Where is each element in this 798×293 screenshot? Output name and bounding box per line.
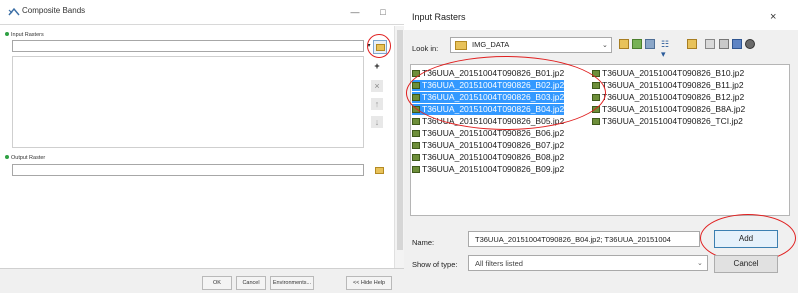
highlight-ring-browse bbox=[367, 34, 391, 58]
file-item[interactable]: T36UUA_20151004T090826_B09.jp2 bbox=[412, 164, 564, 175]
screenshot-stage: Composite Bands — □ Input Rasters ▾ + × … bbox=[0, 0, 798, 293]
output-raster-label: Output Raster bbox=[5, 155, 45, 161]
folder-icon bbox=[375, 167, 384, 174]
input-rasters-label: Input Rasters bbox=[5, 32, 44, 38]
scrollbar-thumb[interactable] bbox=[397, 30, 403, 250]
file-name: T36UUA_20151004T090826_B12.jp2 bbox=[602, 92, 745, 102]
file-name: T36UUA_20151004T090826_B8A.jp2 bbox=[602, 104, 746, 114]
catalog-icon[interactable] bbox=[687, 39, 697, 49]
panel-scrollbar[interactable] bbox=[394, 26, 404, 268]
maximize-button[interactable]: □ bbox=[372, 3, 394, 21]
file-name: T36UUA_20151004T090826_B10.jp2 bbox=[602, 68, 745, 78]
minimize-button[interactable]: — bbox=[344, 3, 366, 21]
required-dot-icon bbox=[5, 155, 9, 159]
refresh-icon[interactable] bbox=[745, 39, 755, 49]
raster-file-icon bbox=[412, 130, 420, 137]
raster-file-icon bbox=[412, 154, 420, 161]
add-item-button[interactable]: + bbox=[371, 60, 383, 72]
cancel-button[interactable]: Cancel bbox=[236, 276, 266, 290]
show-type-label: Show of type: bbox=[412, 260, 458, 269]
name-value: T36UUA_20151004T090826_B04.jp2; T36UUA_2… bbox=[475, 235, 671, 244]
input-rasters-list[interactable] bbox=[12, 56, 364, 148]
remove-item-button[interactable]: × bbox=[371, 80, 383, 92]
raster-file-icon bbox=[412, 142, 420, 149]
views-icon[interactable]: ☷ ▾ bbox=[661, 39, 671, 59]
chevron-down-icon[interactable]: ⌄ bbox=[602, 41, 608, 49]
file-item[interactable]: T36UUA_20151004T090826_B08.jp2 bbox=[412, 152, 564, 163]
file-name: T36UUA_20151004T090826_TCI.jp2 bbox=[602, 116, 743, 126]
connect-folder-icon[interactable] bbox=[645, 39, 655, 49]
file-name: T36UUA_20151004T090826_B07.jp2 bbox=[422, 140, 565, 150]
move-down-button[interactable]: ↓ bbox=[371, 116, 383, 128]
folder-icon bbox=[455, 41, 467, 50]
window-title: Composite Bands bbox=[22, 6, 86, 15]
hide-help-button[interactable]: << Hide Help bbox=[346, 276, 392, 290]
dialog-title: Input Rasters bbox=[412, 12, 466, 22]
input-rasters-label-text: Input Rasters bbox=[11, 32, 44, 38]
show-type-value: All filters listed bbox=[475, 259, 523, 268]
look-in-value: IMG_DATA bbox=[472, 40, 510, 49]
up-one-level-icon[interactable] bbox=[619, 39, 629, 49]
new-folder-icon[interactable] bbox=[705, 39, 715, 49]
raster-file-icon bbox=[412, 166, 420, 173]
file-item[interactable]: T36UUA_20151004T090826_TCI.jp2 bbox=[592, 116, 743, 127]
close-icon[interactable]: × bbox=[770, 12, 776, 23]
highlight-ring-selection bbox=[406, 56, 606, 130]
required-dot-icon bbox=[5, 32, 9, 36]
home-icon[interactable] bbox=[632, 39, 642, 49]
file-item[interactable]: T36UUA_20151004T090826_B06.jp2 bbox=[412, 128, 564, 139]
file-item[interactable]: T36UUA_20151004T090826_B07.jp2 bbox=[412, 140, 564, 151]
environments-button[interactable]: Environments... bbox=[270, 276, 314, 290]
look-in-label: Look in: bbox=[412, 44, 439, 53]
file-item[interactable]: T36UUA_20151004T090826_B10.jp2 bbox=[592, 68, 744, 79]
output-raster-label-text: Output Raster bbox=[11, 155, 46, 161]
database-icon[interactable] bbox=[732, 39, 742, 49]
tool-icon bbox=[8, 7, 20, 16]
file-name: T36UUA_20151004T090826_B11.jp2 bbox=[602, 80, 744, 90]
chevron-down-icon[interactable]: ⌄ bbox=[697, 259, 703, 267]
raster-file-icon bbox=[592, 118, 600, 125]
move-up-button[interactable]: ↑ bbox=[371, 98, 383, 110]
raster-file-icon bbox=[412, 118, 420, 125]
file-name: T36UUA_20151004T090826_B09.jp2 bbox=[422, 164, 565, 174]
file-item[interactable]: T36UUA_20151004T090826_B8A.jp2 bbox=[592, 104, 745, 115]
output-raster-field[interactable] bbox=[12, 164, 364, 176]
file-item[interactable]: T36UUA_20151004T090826_B12.jp2 bbox=[592, 92, 744, 103]
dialog-cancel-button[interactable]: Cancel bbox=[714, 255, 778, 273]
file-item[interactable]: T36UUA_20151004T090826_B11.jp2 bbox=[592, 80, 744, 91]
copy-icon[interactable] bbox=[719, 39, 729, 49]
input-raster-field[interactable] bbox=[12, 40, 364, 52]
name-label: Name: bbox=[412, 238, 435, 247]
file-name: T36UUA_20151004T090826_B08.jp2 bbox=[422, 152, 565, 162]
browse-output-button[interactable] bbox=[373, 164, 387, 178]
ok-button[interactable]: OK bbox=[202, 276, 232, 290]
